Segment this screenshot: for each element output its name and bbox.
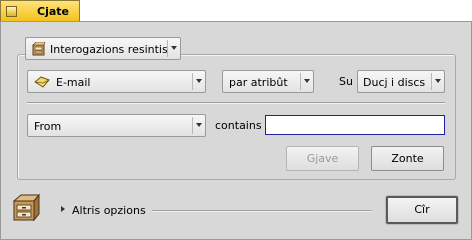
chevron-down-icon: [304, 79, 310, 83]
disclosure-arrow-icon[interactable]: [61, 206, 65, 212]
chevron-down-icon: [196, 79, 202, 83]
find-cabinet-icon: [12, 193, 41, 222]
query-mode-label: Interogazions resintis: [50, 43, 168, 56]
remove-button[interactable]: Gjave: [286, 146, 359, 171]
search-method-label: par atribût: [229, 76, 288, 89]
add-button[interactable]: Zonte: [371, 146, 444, 171]
query-mode-dropdown[interactable]: Interogazions resintis: [25, 37, 181, 60]
operator-label: contains: [215, 119, 262, 132]
email-icon: [34, 76, 50, 88]
row-divider: [27, 102, 445, 103]
search-method-dropdown[interactable]: par atribût: [222, 70, 314, 93]
chevron-down-icon: [196, 123, 202, 127]
window-tab[interactable]: Cjate: [0, 0, 80, 21]
volume-dropdown[interactable]: Ducj i discs: [357, 70, 445, 93]
search-in-label: Su: [339, 75, 353, 88]
attribute-value-field[interactable]: [265, 115, 445, 135]
more-options-label[interactable]: Altris opzions: [72, 204, 146, 217]
window-title: Cjate: [37, 5, 69, 18]
find-button[interactable]: Cîr: [386, 196, 458, 224]
search-type-label: E-mail: [56, 76, 91, 89]
search-type-dropdown[interactable]: E-mail: [27, 70, 206, 93]
chevron-down-icon: [171, 46, 177, 50]
attribute-dropdown[interactable]: From: [27, 114, 206, 137]
cabinet-icon: [32, 42, 46, 56]
close-icon[interactable]: [6, 6, 17, 17]
attribute-label: From: [34, 120, 62, 133]
chevron-down-icon: [435, 79, 441, 83]
options-divider: [152, 210, 372, 211]
volume-label: Ducj i discs: [363, 76, 426, 89]
